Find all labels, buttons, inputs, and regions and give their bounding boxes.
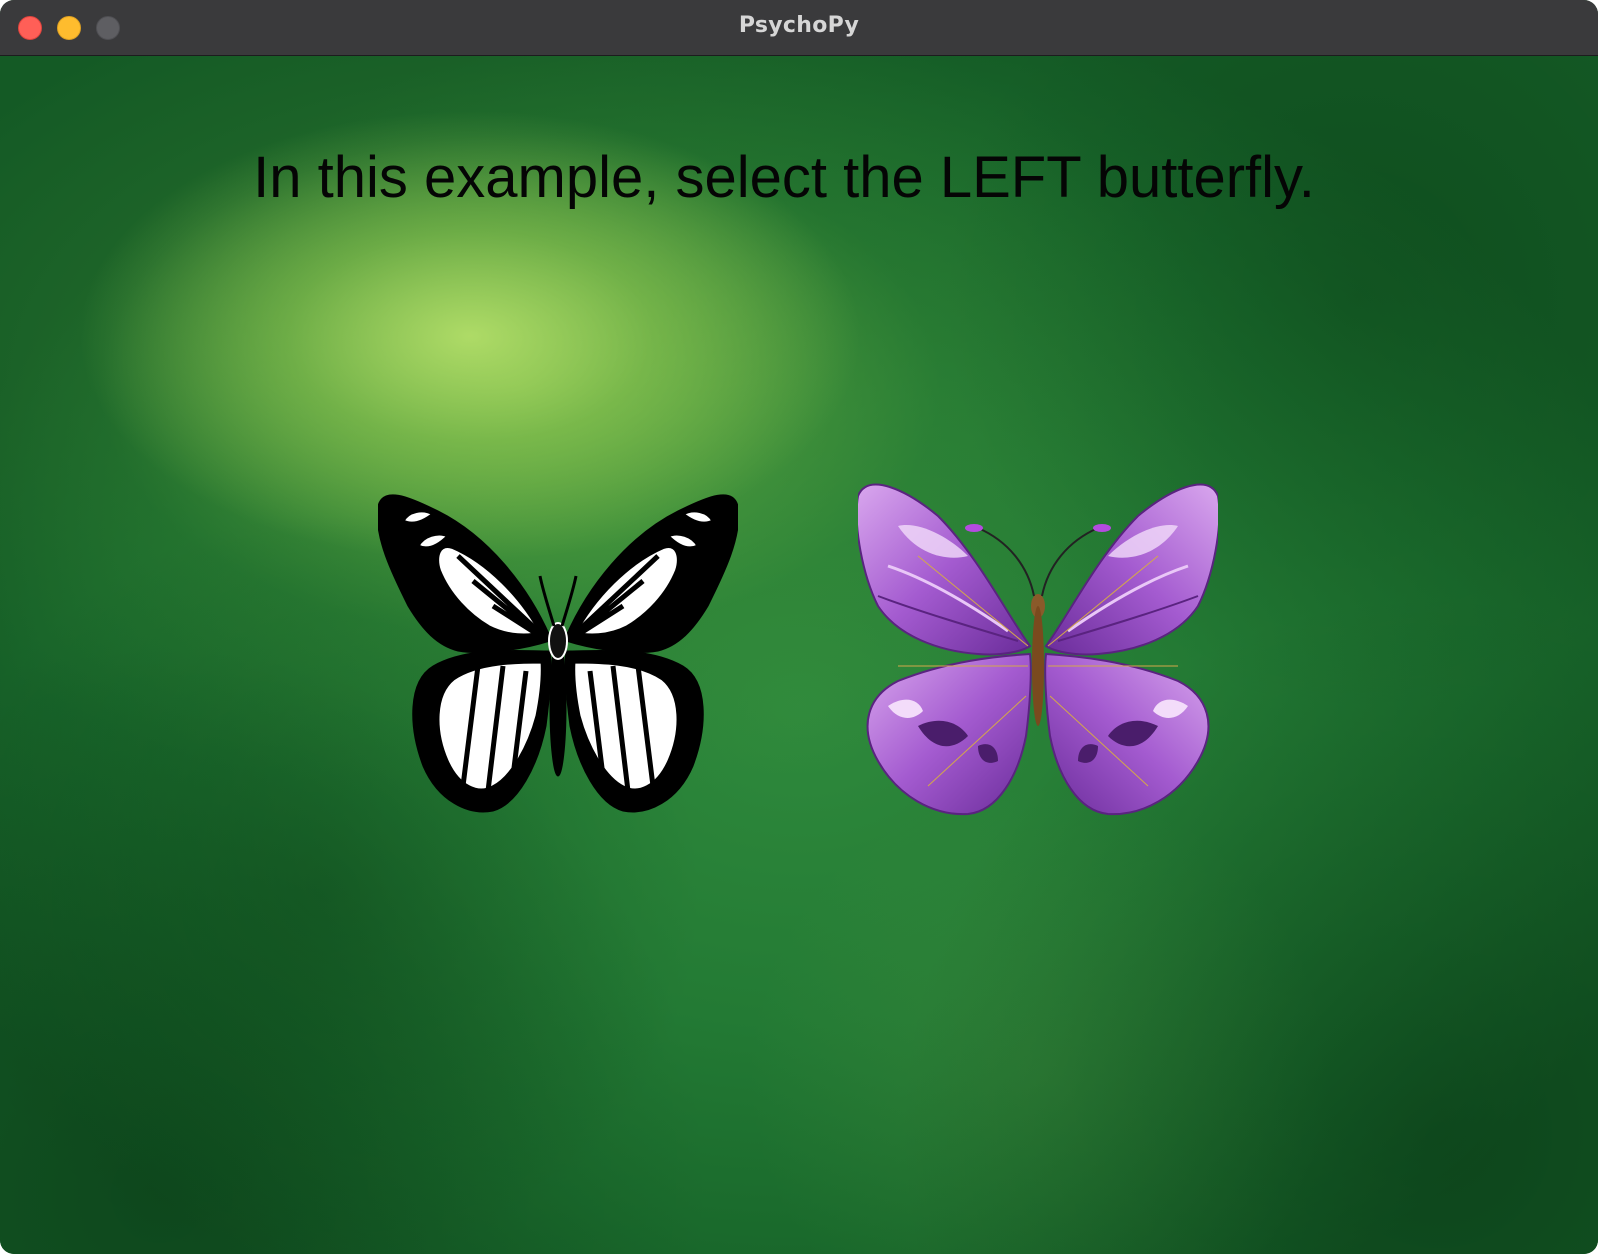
title-bar: PsychoPy [0,0,1598,56]
right-butterfly-stimulus[interactable] [858,466,1218,826]
background-texture [0,56,1598,1254]
experiment-stage: In this example, select the LEFT butterf… [0,56,1598,1254]
instruction-text: In this example, select the LEFT butterf… [253,145,1315,210]
window-title: PsychoPy [738,13,860,38]
monarch-butterfly-icon [378,494,738,813]
purple-butterfly-icon [858,483,1218,816]
left-butterfly-stimulus[interactable] [378,466,738,826]
psychopy-window: PsychoPy In this example, select the LEF… [0,0,1598,1254]
